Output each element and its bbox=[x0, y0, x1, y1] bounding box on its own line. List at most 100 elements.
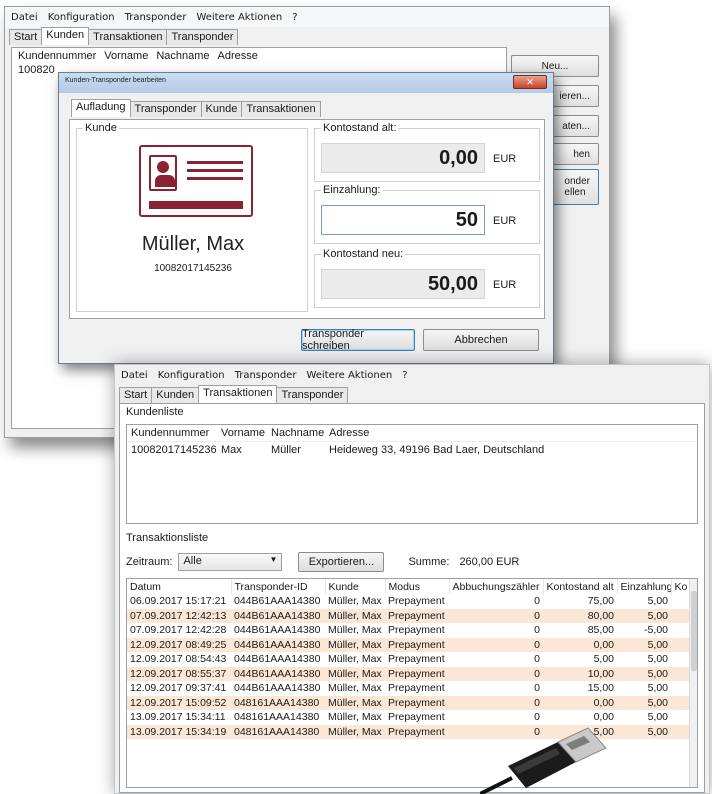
menu-konfiguration[interactable]: Konfiguration bbox=[158, 370, 225, 381]
table-cell: Prepayment bbox=[388, 595, 445, 608]
col-adresse[interactable]: Adresse bbox=[218, 50, 258, 62]
table-cell: Müller, Max bbox=[325, 666, 385, 681]
zeitraum-label: Zeitraum: bbox=[126, 556, 173, 568]
tab-bar: Start Kunden Transaktionen Transponder bbox=[5, 27, 609, 45]
tab-kunden[interactable]: Kunden bbox=[151, 387, 200, 403]
table-row[interactable]: 12.09.2017 09:37:41 044B61AAA14380 Müller,… bbox=[127, 681, 691, 696]
col-kontostand-alt[interactable]: Kontostand alt bbox=[543, 579, 618, 594]
list-item[interactable]: 10082017145236 Max Müller Heideweg 33, 4… bbox=[127, 442, 697, 458]
col-kontostand-neu[interactable]: Ko bbox=[671, 579, 692, 594]
col-kunde[interactable]: Kunde bbox=[325, 579, 386, 594]
cancel-button[interactable]: Abbrechen bbox=[423, 329, 539, 351]
table-cell: 12.09.2017 08:49:25 bbox=[127, 637, 231, 652]
table-cell: -5,00 bbox=[644, 624, 668, 637]
table-row[interactable]: 12.09.2017 15:09:52 048161AAA14380 Müller,… bbox=[127, 695, 691, 710]
menu-transponder[interactable]: Transponder bbox=[125, 12, 187, 23]
table-header-row: Datum Transponder-ID Kunde Modus Abbuchu… bbox=[127, 579, 692, 594]
table-cell: 044B61AAA14380 bbox=[231, 637, 325, 652]
table-row[interactable]: 07.09.2017 12:42:28 044B61AAA14380 Müller,… bbox=[127, 623, 691, 638]
table-cell: 0,00 bbox=[543, 637, 617, 652]
deposit-input[interactable]: 50 bbox=[321, 205, 485, 235]
summe-label: Summe: bbox=[408, 556, 450, 568]
table-cell: Prepayment bbox=[385, 637, 449, 652]
col-transponder-id[interactable]: Transponder-ID bbox=[231, 579, 326, 594]
table-cell: Prepayment bbox=[385, 608, 449, 623]
table-cell bbox=[671, 637, 691, 652]
menu-help[interactable]: ? bbox=[402, 370, 407, 381]
transaction-controls: Zeitraum: Alle ▼ Exportieren... Summe: 2… bbox=[126, 550, 698, 574]
tab-transaktionen[interactable]: Transaktionen bbox=[198, 385, 278, 403]
menu-datei[interactable]: Datei bbox=[121, 370, 148, 381]
table-row[interactable]: 12.09.2017 08:55:37 044B61AAA14380 Müller,… bbox=[127, 666, 691, 681]
tab-transponder[interactable]: Transponder bbox=[276, 387, 349, 403]
table-cell: 75,00 bbox=[587, 595, 614, 608]
transponder-edit-dialog: Kunden-Transponder bearbeiten ✕ Aufladun… bbox=[58, 72, 554, 364]
table-row[interactable]: 12.09.2017 08:49:25 044B61AAA14380 Müller,… bbox=[127, 637, 691, 652]
table-cell: 5,00 bbox=[593, 653, 614, 666]
col-modus[interactable]: Modus bbox=[385, 579, 450, 594]
col-datum[interactable]: Datum bbox=[127, 579, 232, 594]
tab-transponder[interactable]: Transponder bbox=[129, 101, 202, 117]
menu-weitere-aktionen[interactable]: Weitere Aktionen bbox=[196, 12, 282, 23]
menu-weitere-aktionen[interactable]: Weitere Aktionen bbox=[306, 370, 392, 381]
tab-transponder[interactable]: Transponder bbox=[166, 29, 239, 45]
table-cell: Prepayment bbox=[388, 682, 445, 695]
table-row[interactable]: 12.09.2017 08:54:43 044B61AAA14380 Müller,… bbox=[127, 652, 691, 667]
table-cell: Müller, Max bbox=[325, 695, 385, 710]
tab-start[interactable]: Start bbox=[119, 387, 153, 403]
vertical-scrollbar[interactable] bbox=[689, 579, 697, 787]
tab-transaktionen[interactable]: Transaktionen bbox=[241, 101, 321, 117]
col-adresse[interactable]: Adresse bbox=[329, 427, 369, 439]
table-cell bbox=[671, 608, 691, 623]
table-row[interactable]: 06.09.2017 15:17:21 044B61AAA14380 Müller,… bbox=[127, 594, 691, 609]
table-cell: Müller, Max bbox=[325, 724, 385, 739]
table-row[interactable]: 07.09.2017 12:42:13 044B61AAA14380 Müller,… bbox=[127, 608, 691, 623]
deposit-group: Einzahlung: 50 EUR bbox=[314, 184, 540, 244]
usb-reader-icon bbox=[480, 727, 607, 794]
col-vorname[interactable]: Vorname bbox=[221, 427, 271, 439]
table-cell: Müller, Max bbox=[328, 595, 382, 608]
table-cell: 0 bbox=[449, 666, 543, 681]
col-abbuchungszaehler[interactable]: Abbuchungszähler bbox=[449, 579, 544, 594]
table-cell: 5,00 bbox=[617, 666, 671, 681]
deposit-label: Einzahlung: bbox=[321, 184, 383, 196]
tab-kunden[interactable]: Kunden bbox=[41, 27, 90, 45]
col-einzahlung[interactable]: Einzahlung bbox=[617, 579, 672, 594]
export-button[interactable]: Exportieren... bbox=[298, 552, 385, 572]
table-cell bbox=[671, 652, 691, 667]
table-cell: 0 bbox=[534, 624, 540, 637]
menu-datei[interactable]: Datei bbox=[11, 12, 38, 23]
customer-list[interactable]: Kundennummer Vorname Nachname Adresse 10… bbox=[126, 424, 698, 524]
col-vorname[interactable]: Vorname bbox=[104, 50, 148, 62]
table-cell: Müller, Max bbox=[325, 608, 385, 623]
col-nachname[interactable]: Nachname bbox=[156, 50, 209, 62]
table-cell: 048161AAA14380 bbox=[231, 695, 325, 710]
close-icon[interactable]: ✕ bbox=[513, 75, 547, 89]
menu-help[interactable]: ? bbox=[292, 12, 297, 23]
col-kundennummer[interactable]: Kundennummer bbox=[18, 50, 96, 62]
tab-kunde[interactable]: Kunde bbox=[200, 101, 243, 117]
old-balance-value: 0,00 bbox=[321, 143, 485, 173]
table-cell: 5,00 bbox=[647, 595, 668, 608]
menu-transponder[interactable]: Transponder bbox=[235, 370, 297, 381]
table-cell: Prepayment bbox=[388, 711, 445, 724]
table-cell: Müller, Max bbox=[325, 637, 385, 652]
table-cell: Prepayment bbox=[385, 724, 449, 739]
table-cell: 044B61AAA14380 bbox=[234, 595, 321, 608]
new-balance-group: Kontostand neu: 50,00 EUR bbox=[314, 248, 540, 308]
tab-start[interactable]: Start bbox=[9, 29, 43, 45]
table-cell bbox=[671, 623, 691, 638]
table-cell: 85,00 bbox=[587, 624, 614, 637]
tab-transaktionen[interactable]: Transaktionen bbox=[88, 29, 168, 45]
zeitraum-select[interactable]: Alle ▼ bbox=[178, 553, 283, 571]
write-transponder-button[interactable]: Transponder schreiben bbox=[301, 328, 415, 352]
deposit-unit: EUR bbox=[493, 215, 517, 227]
tab-aufladung[interactable]: Aufladung bbox=[71, 99, 131, 117]
col-kundennummer[interactable]: Kundennummer bbox=[131, 427, 221, 439]
menu-konfiguration[interactable]: Konfiguration bbox=[48, 12, 115, 23]
new-balance-label: Kontostand neu: bbox=[321, 248, 406, 260]
table-row[interactable]: 13.09.2017 15:34:11 048161AAA14380 Müller,… bbox=[127, 710, 691, 725]
col-nachname[interactable]: Nachname bbox=[271, 427, 329, 439]
table-cell: 12.09.2017 09:37:41 bbox=[130, 682, 227, 695]
scrollbar-thumb[interactable] bbox=[691, 591, 697, 671]
